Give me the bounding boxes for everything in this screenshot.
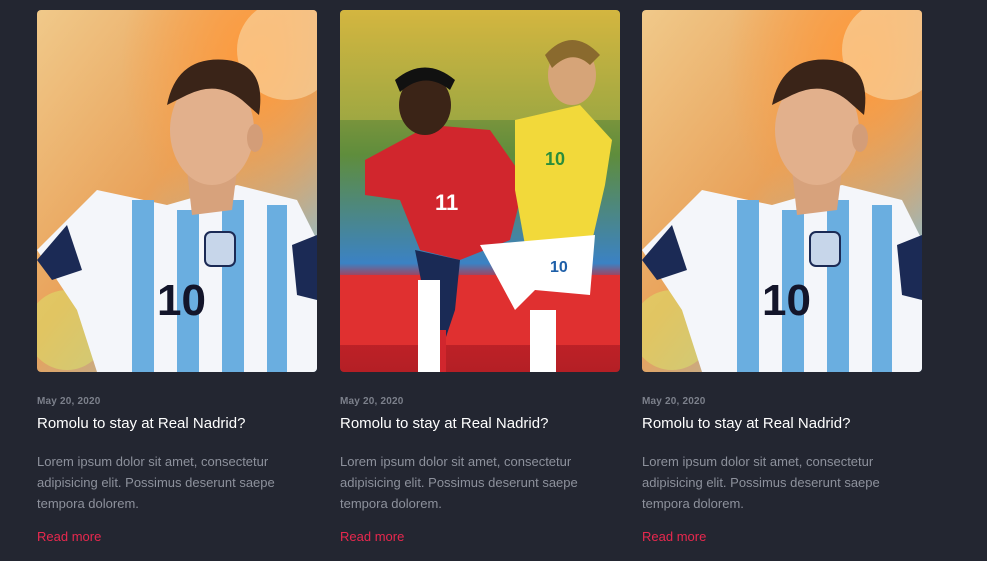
svg-text:10: 10 (762, 276, 811, 325)
post-excerpt: Lorem ipsum dolor sit amet, consectetur … (340, 454, 578, 511)
news-card: 10 May 20, 2020 Romolu to stay at Real N… (37, 10, 317, 546)
post-title[interactable]: Romolu to stay at Real Nadrid? (642, 415, 922, 433)
post-date: May 20, 2020 (642, 396, 706, 407)
read-more-link[interactable]: Read more (340, 529, 404, 545)
read-more-link[interactable]: Read more (642, 529, 706, 545)
post-date: May 20, 2020 (340, 396, 404, 407)
post-excerpt: Lorem ipsum dolor sit amet, consectetur … (642, 454, 880, 511)
read-more-link[interactable]: Read more (37, 529, 101, 545)
card-image-messi[interactable]: 10 (642, 10, 922, 372)
news-card: 10 May 20, 2020 Romolu to stay at Real N… (642, 10, 922, 546)
svg-text:10: 10 (550, 259, 568, 276)
news-card: 11 10 10 May 20, 2020 Romolu to stay at … (340, 10, 620, 546)
post-title[interactable]: Romolu to stay at Real Nadrid? (37, 415, 317, 433)
match-photo-illustration: 11 10 10 (340, 10, 620, 372)
news-card-grid: 10 May 20, 2020 Romolu to stay at Real N… (0, 0, 987, 561)
card-image-match[interactable]: 11 10 10 (340, 10, 620, 372)
svg-text:11: 11 (435, 190, 458, 215)
svg-text:10: 10 (157, 276, 206, 325)
post-title[interactable]: Romolu to stay at Real Nadrid? (340, 415, 620, 433)
post-date: May 20, 2020 (37, 396, 101, 407)
post-excerpt: Lorem ipsum dolor sit amet, consectetur … (37, 454, 275, 511)
svg-text:10: 10 (545, 149, 565, 169)
card-image-messi[interactable]: 10 (37, 10, 317, 372)
messi-photo-illustration: 10 (642, 10, 922, 372)
messi-photo-illustration: 10 (37, 10, 317, 372)
